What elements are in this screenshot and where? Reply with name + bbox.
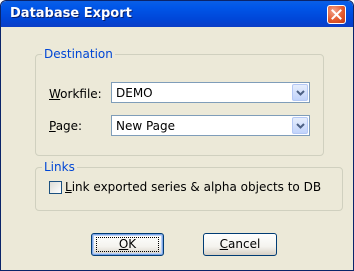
workfile-label: Workfile:	[49, 87, 102, 101]
page-label: Page:	[49, 119, 83, 133]
workfile-select[interactable]: DEMO	[111, 82, 310, 103]
title-bar[interactable]: Database Export	[1, 1, 353, 27]
cancel-button[interactable]: Cancel	[203, 233, 277, 256]
page-value: New Page	[116, 119, 176, 133]
link-exported-label[interactable]: Link exported series & alpha objects to …	[65, 180, 321, 194]
close-icon	[331, 9, 342, 20]
link-exported-checkbox[interactable]	[49, 181, 62, 194]
page-select[interactable]: New Page	[111, 115, 310, 136]
ok-button[interactable]: OK	[91, 233, 164, 256]
close-button[interactable]	[327, 5, 346, 24]
database-export-dialog: Database Export Destination Workfile: DE…	[0, 0, 354, 271]
chevron-down-icon	[296, 123, 305, 129]
chevron-down-icon	[296, 90, 305, 96]
focus-indicator	[96, 237, 159, 252]
destination-legend: Destination	[42, 47, 115, 61]
window-title: Database Export	[10, 6, 132, 21]
links-legend: Links	[42, 160, 77, 174]
page-dropdown-button[interactable]	[292, 117, 308, 134]
workfile-value: DEMO	[116, 86, 153, 100]
destination-group: Destination	[35, 47, 324, 156]
workfile-dropdown-button[interactable]	[292, 84, 308, 101]
